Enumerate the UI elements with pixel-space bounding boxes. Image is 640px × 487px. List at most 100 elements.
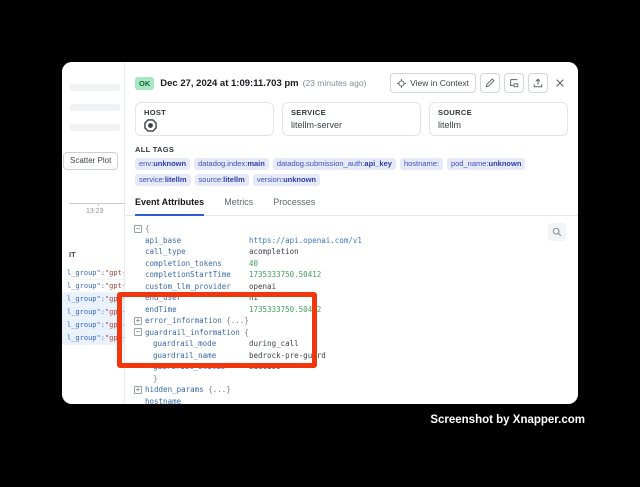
collapsed-value[interactable]: {...}	[208, 384, 231, 396]
list-item[interactable]: l_group":"gpt-4o	[62, 332, 124, 345]
log-key: l_group":	[67, 334, 105, 342]
attr-value: during_call	[249, 338, 299, 350]
json-root-open: −{	[134, 223, 578, 235]
attr-key: error_information	[145, 315, 222, 327]
edit-button[interactable]	[480, 73, 500, 93]
collapse-icon[interactable]: −	[134, 225, 142, 233]
source-card-value: litellm	[438, 120, 559, 130]
attr-row-guardrail-mode: guardrail_modeduring_call	[153, 338, 578, 350]
attr-key: guardrail_mode	[153, 338, 249, 350]
host-card-label: HOST	[144, 108, 265, 117]
list-item[interactable]: l_group":"gpt-4o	[62, 306, 124, 319]
export-icon	[533, 78, 543, 88]
skeleton-row	[70, 84, 120, 91]
search-icon	[552, 227, 562, 237]
attr-value-link[interactable]: https://api.openai.com/v1	[249, 235, 362, 247]
collapsed-value[interactable]: {...}	[226, 315, 249, 327]
attr-row-end-time: endTime1735333750.50412	[145, 304, 578, 316]
attr-key: end_user	[145, 292, 249, 304]
tag-service[interactable]: service:litellm	[135, 174, 191, 186]
attr-row-hostname: hostname	[145, 396, 578, 405]
list-item[interactable]: l_group":"gpt-4o	[62, 267, 124, 280]
tab-metrics[interactable]: Metrics	[224, 197, 253, 215]
chart-x-axis	[69, 203, 125, 204]
attr-key: hostname	[145, 396, 181, 405]
attr-row-guardrail-information: −guardrail_information {	[134, 327, 578, 339]
attr-key: completion_tokens	[145, 258, 249, 270]
service-card[interactable]: SERVICE litellm-server	[282, 102, 421, 136]
tag-key: hostname:	[404, 159, 439, 168]
attr-value: bedrock-pre-guard	[249, 350, 326, 362]
list-item[interactable]: l_group":"gpt-4o	[62, 293, 124, 306]
tag-hostname[interactable]: hostname:	[400, 158, 443, 170]
source-card[interactable]: SOURCE litellm	[429, 102, 568, 136]
open-brace: {	[244, 327, 249, 339]
attr-row-custom-llm-provider: custom_llm_provideropenai	[145, 281, 578, 293]
attributes-tree: −{ api_basehttps://api.openai.com/v1 cal…	[126, 216, 578, 404]
tag-value: unknown	[153, 159, 186, 168]
attr-key: api_base	[145, 235, 249, 247]
attr-row-guardrail-close: }	[153, 373, 578, 385]
all-tags-label: ALL TAGS	[126, 136, 578, 154]
tag-datadog-submission-auth[interactable]: datadog.submission_auth:api_key	[273, 158, 396, 170]
host-icon	[144, 119, 265, 132]
expand-icon[interactable]: +	[134, 317, 142, 325]
event-timestamp: Dec 27, 2024 at 1:09:11.703 pm	[160, 78, 298, 89]
expand-icon[interactable]: +	[134, 386, 142, 394]
attr-value: hi	[249, 292, 258, 304]
log-key: l_group":	[67, 321, 105, 329]
tag-key: datadog.index:	[198, 159, 247, 168]
event-header: OK Dec 27, 2024 at 1:09:11.703 pm (23 mi…	[126, 62, 578, 93]
log-value: "gpt-4o	[105, 295, 124, 303]
attr-row-api-base: api_basehttps://api.openai.com/v1	[145, 235, 578, 247]
list-item[interactable]: l_group":"gpt-4o	[62, 280, 124, 293]
attr-key: endTime	[145, 304, 249, 316]
attr-value: openai	[249, 281, 276, 293]
service-card-value: litellm-server	[291, 120, 412, 130]
tag-value: unknown	[489, 159, 522, 168]
collapse-icon[interactable]: −	[134, 328, 142, 336]
log-key: l_group":	[67, 308, 105, 316]
tag-key: env:	[139, 159, 153, 168]
left-panel: Scatter Plot 13:23 IT l_group":"gpt-4o l…	[62, 62, 125, 404]
attr-value: 1735333750.50412	[249, 304, 321, 316]
tag-source[interactable]: source:litellm	[195, 174, 249, 186]
tag-version[interactable]: version:unknown	[253, 174, 320, 186]
tag-key: pod_name:	[451, 159, 489, 168]
service-card-label: SERVICE	[291, 108, 412, 117]
log-key: l_group":	[67, 269, 105, 277]
attr-row-call-type: call_typeacompletion	[145, 246, 578, 258]
source-card-label: SOURCE	[438, 108, 559, 117]
close-icon	[555, 78, 565, 88]
tab-processes[interactable]: Processes	[273, 197, 315, 215]
related-traces-icon	[509, 78, 519, 88]
list-item[interactable]: l_group":"gpt-4o	[62, 319, 124, 332]
tag-pod-name[interactable]: pod_name:unknown	[447, 158, 525, 170]
attr-row-guardrail-status: guardrail_statussuccess	[153, 361, 578, 373]
host-card[interactable]: HOST	[135, 102, 274, 136]
tab-event-attributes[interactable]: Event Attributes	[135, 197, 204, 216]
search-button[interactable]	[548, 223, 566, 241]
related-traces-button[interactable]	[504, 73, 524, 93]
crosshair-icon	[397, 79, 406, 88]
attr-row-hidden-params: +hidden_params {...}	[134, 384, 578, 396]
column-header-partial: IT	[69, 250, 76, 259]
attr-key: guardrail_information	[145, 327, 240, 339]
attr-key: hidden_params	[145, 384, 204, 396]
close-button[interactable]	[552, 73, 568, 93]
log-value: "gpt-4o	[105, 282, 124, 290]
attr-key: custom_llm_provider	[145, 281, 249, 293]
tab-bar: Event Attributes Metrics Processes	[126, 186, 578, 216]
tag-datadog-index[interactable]: datadog.index:main	[194, 158, 269, 170]
info-cards: HOST SERVICE litellm-server SOURCE litel…	[126, 93, 578, 136]
tag-key: service:	[139, 175, 165, 184]
log-key: l_group":	[67, 295, 105, 303]
event-detail-window: Scatter Plot 13:23 IT l_group":"gpt-4o l…	[62, 62, 578, 404]
export-button[interactable]	[528, 73, 548, 93]
view-in-context-button[interactable]: View in Context	[390, 73, 476, 93]
attr-key: guardrail_status	[153, 361, 249, 373]
scatter-plot-button[interactable]: Scatter Plot	[63, 152, 118, 170]
log-key: l_group":	[67, 282, 105, 290]
attr-row-completion-start-time: completionStartTime1735333750.50412	[145, 269, 578, 281]
tag-env[interactable]: env:unknown	[135, 158, 190, 170]
